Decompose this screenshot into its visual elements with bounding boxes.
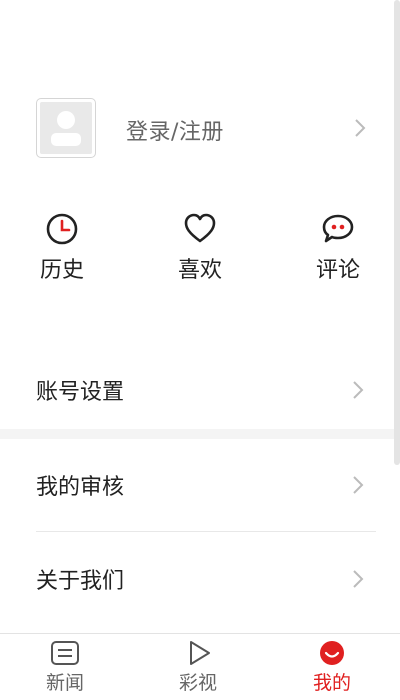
chevron-right-icon (353, 570, 364, 588)
menu-item-label: 账号设置 (36, 380, 125, 405)
play-icon (190, 641, 210, 665)
login-register-label[interactable]: 登录/注册 (126, 114, 224, 146)
menu-item-my-review[interactable]: 我的审核 (0, 439, 394, 531)
quick-actions: 历史 喜欢 评论 (0, 212, 400, 292)
comments-label: 评论 (315, 258, 360, 283)
profile-screen: 登录/注册 历史 喜欢 评论 账号设置 我的审核 关于我们 新闻 彩视 我的 (0, 0, 400, 700)
comment-icon (322, 214, 354, 243)
chevron-right-icon (355, 119, 366, 137)
bottom-tab-bar: 新闻 彩视 我的 (0, 633, 400, 700)
profile-smile-icon (320, 641, 344, 665)
section-divider (0, 429, 394, 439)
menu-item-about-us[interactable]: 关于我们 (0, 533, 394, 625)
login-row[interactable]: 登录/注册 (0, 96, 394, 160)
tab-video-label: 彩视 (178, 672, 217, 694)
chevron-right-icon (353, 381, 364, 399)
favorites-label: 喜欢 (177, 258, 222, 283)
menu-item-label: 关于我们 (36, 569, 125, 594)
tab-me[interactable]: 我的 (282, 634, 382, 700)
history-label: 历史 (39, 258, 84, 283)
tab-news[interactable]: 新闻 (15, 634, 115, 700)
default-avatar-icon (51, 111, 81, 146)
menu-item-label: 我的审核 (36, 475, 125, 500)
history-action[interactable]: 历史 (22, 212, 102, 284)
comments-action[interactable]: 评论 (298, 212, 378, 284)
tab-news-label: 新闻 (45, 672, 84, 694)
tab-me-label: 我的 (312, 672, 351, 694)
avatar[interactable] (36, 98, 96, 158)
divider (36, 531, 376, 532)
menu-item-account-settings[interactable]: 账号设置 (0, 344, 394, 436)
tab-video[interactable]: 彩视 (148, 634, 248, 700)
news-icon (51, 641, 79, 665)
favorites-action[interactable]: 喜欢 (160, 212, 240, 284)
heart-icon (184, 213, 216, 243)
clock-icon (46, 213, 78, 245)
chevron-right-icon (353, 476, 364, 494)
